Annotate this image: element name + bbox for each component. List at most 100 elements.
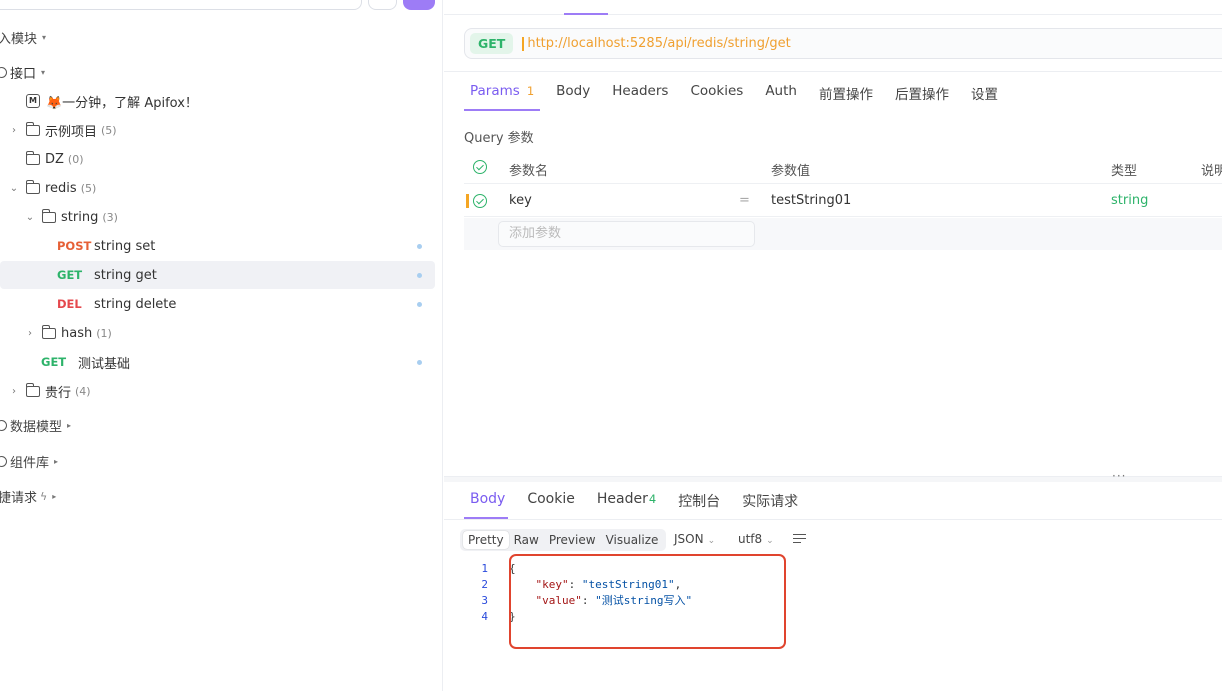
section-label: 捷请求 [0,490,38,506]
status-dot [417,360,422,365]
folder-count: (4) [75,384,91,398]
divider [444,14,1222,15]
format-raw[interactable]: Raw [509,531,544,549]
divider [444,71,1222,72]
sidebar-folder-dz[interactable]: DZ (0) [25,145,84,173]
section-label: 组件库 [10,455,50,471]
highlight-annotation-box [509,554,786,649]
folder-count: (0) [67,152,84,166]
line-number: 3 [481,594,488,607]
param-name-input[interactable]: key [509,193,532,208]
tab-label: Header [596,491,648,507]
resize-splitter[interactable] [444,476,1222,482]
method-select[interactable]: GET [470,33,514,54]
sidebar: 入模块 ▾ 接口 ▾ M 🦊一分钟，了解 Apifox！ › 示例项目 (5) … [0,0,443,691]
folder-icon [25,150,40,165]
content-type-select[interactable]: JSON ⌄ [674,532,715,546]
sidebar-search-input[interactable] [0,0,362,10]
api-label: string delete [94,296,177,312]
add-param-input[interactable]: 添加参数 [498,221,755,247]
sidebar-section-interface[interactable]: 接口 ▾ [0,58,45,86]
api-label: string set [94,238,156,254]
sidebar-api-string-get[interactable]: GET string get [0,261,435,289]
sidebar-api-string-set[interactable]: POST string set [57,232,155,260]
tab-response-header[interactable]: Header4 [597,491,656,511]
sidebar-section-components[interactable]: 组件库 ▸ [0,447,58,475]
sidebar-section-module[interactable]: 入模块 ▾ [0,23,46,51]
sidebar-item-apifox-doc[interactable]: M 🦊一分钟，了解 Apifox！ [26,87,198,115]
sidebar-api-test-basic[interactable]: GET 测试基础 [41,348,130,376]
format-switcher: Pretty Raw Preview Visualize [460,529,667,551]
triangle-right-icon: ▸ [67,420,72,430]
tab-post-processors[interactable]: 后置操作 [895,83,949,110]
drag-handle-icon[interactable]: ··· [1112,469,1126,483]
sidebar-section-quick-requests[interactable]: 捷请求 ϟ ▸ [0,482,56,510]
api-label: 测试基础 [78,356,131,372]
modified-marker [466,194,469,208]
sidebar-api-string-delete[interactable]: DEL string delete [57,290,176,318]
chevron-down-icon: ⌄ [9,182,19,194]
param-value-input[interactable]: testString01 [771,193,851,208]
line-number: 4 [481,610,488,623]
tab-params[interactable]: Params 1 [470,83,534,110]
section-label: 入模块 [0,31,38,47]
text-cursor [522,36,525,51]
active-tab-indicator [464,109,540,111]
sidebar-folder-redis[interactable]: ⌄ redis (5) [8,174,96,202]
sidebar-add-button[interactable] [403,0,435,10]
tab-pre-processors[interactable]: 前置操作 [819,83,873,110]
tab-response-body[interactable]: Body [470,491,505,511]
encoding-select[interactable]: utf8 ⌄ [738,532,774,546]
method-badge: GET [57,268,83,282]
main-panel: GET http://localhost:5285/api/redis/stri… [444,0,1222,691]
cube-icon [0,419,7,431]
format-preview[interactable]: Preview [544,531,601,549]
params-table-header: 参数名 参数值 类型 说明 [464,152,1222,184]
param-type-select[interactable]: string [1111,193,1148,208]
chevron-down-icon: ⌄ [25,211,35,223]
sidebar-folder-hash[interactable]: › hash (1) [24,319,112,347]
tab-cookies[interactable]: Cookies [690,83,743,110]
lightning-icon: ϟ [40,489,48,503]
tab-actual-request[interactable]: 实际请求 [742,491,798,511]
format-pretty[interactable]: Pretty [463,531,509,549]
folder-icon [25,179,40,194]
method-badge: POST [57,239,92,253]
chevron-right-icon: › [12,385,16,397]
add-param-row: 添加参数 [464,218,1222,250]
format-visualize[interactable]: Visualize [601,531,664,549]
folder-count: (3) [102,210,118,224]
sidebar-section-models[interactable]: 数据模型 ▸ [0,411,71,439]
tab-body[interactable]: Body [556,83,590,110]
method-badge: GET [41,355,67,369]
status-dot [417,302,422,307]
tab-settings[interactable]: 设置 [971,83,998,110]
tab-response-cookie[interactable]: Cookie [527,491,575,511]
sidebar-folder-examples[interactable]: › 示例项目 (5) [8,116,117,144]
select-value: JSON [674,532,704,546]
url-input[interactable]: http://localhost:5285/api/redis/string/g… [527,36,790,51]
tab-auth[interactable]: Auth [765,83,797,110]
folder-label: redis [45,180,77,196]
tab-count: 1 [526,84,535,98]
url-bar[interactable]: GET http://localhost:5285/api/redis/stri… [464,28,1222,59]
tab-console[interactable]: 控制台 [678,491,720,511]
sidebar-folder-string[interactable]: ⌄ string (3) [24,203,118,231]
word-wrap-icon[interactable] [793,534,806,544]
status-dot [417,244,422,249]
status-dot [417,273,422,278]
request-tabs: Params 1 Body Headers Cookies Auth 前置操作 后… [470,83,1020,110]
select-all-checkbox[interactable] [473,160,487,174]
chevron-down-icon: ⌄ [707,536,716,546]
folder-icon [41,324,56,339]
row-checkbox[interactable] [473,194,487,208]
layers-icon [0,455,7,467]
sidebar-folder-guihang[interactable]: › 贵行 (4) [8,377,91,405]
folder-icon [25,121,40,136]
chevron-down-icon: ⌄ [766,536,774,546]
tab-label: Params [470,83,520,99]
sidebar-filter-button[interactable] [368,0,397,10]
line-number: 2 [481,578,488,591]
tab-headers[interactable]: Headers [612,83,668,110]
section-label: 接口 [10,66,37,82]
